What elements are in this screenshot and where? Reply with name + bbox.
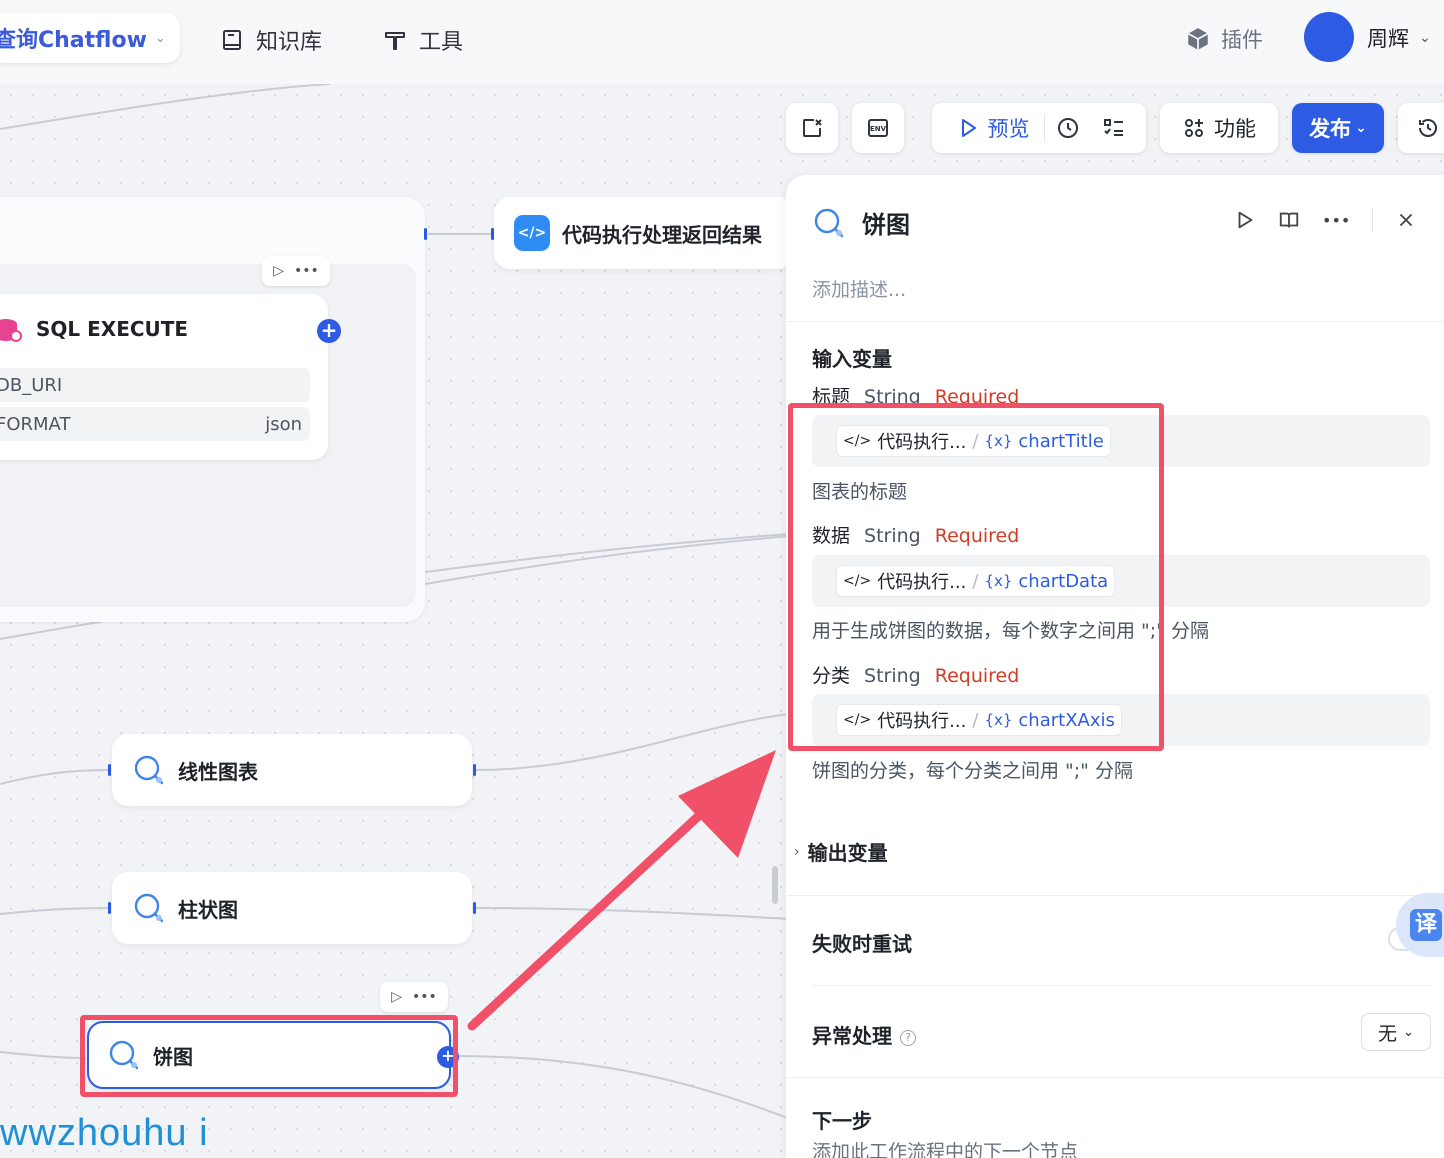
line-chart-node[interactable]: 线性图表 <box>112 734 472 806</box>
history-icon <box>1419 119 1437 137</box>
error-handling-label: 异常处理? <box>812 1020 916 1049</box>
play-icon <box>961 119 976 137</box>
input-port[interactable] <box>108 902 111 914</box>
select-value: 无 <box>1378 1022 1398 1045</box>
chart-search-icon <box>814 208 844 237</box>
divider <box>812 985 1432 986</box>
version-history-button[interactable] <box>1398 103 1444 153</box>
sql-node-actions[interactable]: ▷ ••• <box>262 256 330 286</box>
annotation-arrow <box>467 750 776 1031</box>
sql-param-row[interactable]: FORMAT json <box>0 407 310 441</box>
cube-icon <box>1187 28 1209 50</box>
plugins-link[interactable]: 插件 <box>1185 24 1263 54</box>
watermark-text: wwzhouhu i <box>0 1112 209 1154</box>
run-history-button[interactable] <box>1045 116 1091 140</box>
chart-search-icon <box>134 893 164 923</box>
panel-title[interactable]: 饼图 <box>862 205 910 240</box>
app-switcher[interactable]: 查询Chatflow ⌄ <box>0 13 180 63</box>
top-bar: 查询Chatflow ⌄ 知识库 工具 插件 周辉 ⌄ <box>0 0 1444 84</box>
nav-label: 知识库 <box>256 30 323 55</box>
run-toolbar-group: 预览 <box>932 103 1146 153</box>
param-value: json <box>265 413 302 435</box>
description-field[interactable]: 添加描述... <box>812 275 906 302</box>
nav-tools[interactable]: 工具 <box>383 24 463 56</box>
run-icon[interactable]: ▷ <box>273 263 284 279</box>
close-icon[interactable] <box>1395 209 1417 231</box>
publish-label: 发布 <box>1309 117 1352 141</box>
param-name: FORMAT <box>0 413 71 435</box>
book-open-icon[interactable] <box>1278 209 1300 231</box>
chevron-right-icon: › <box>794 843 800 860</box>
sql-execute-node[interactable]: SQL EXECUTE DB_URI FORMAT json <box>0 294 328 460</box>
chevron-down-icon: ⌄ <box>154 30 166 46</box>
chevron-down-icon: ⌄ <box>1403 1024 1414 1040</box>
help-icon[interactable]: ? <box>900 1029 916 1046</box>
more-icon[interactable]: ••• <box>412 989 437 1005</box>
sql-param-row[interactable]: DB_URI <box>0 368 310 402</box>
sql-node-title: SQL EXECUTE <box>36 317 189 341</box>
next-step-title: 下一步 <box>812 1109 872 1133</box>
next-step-desc: 添加此工作流程中的下一个节点 <box>812 1141 1079 1158</box>
chevron-down-icon: ⌄ <box>1419 30 1431 46</box>
avatar[interactable] <box>1304 12 1354 62</box>
error-handling-select[interactable]: 无 ⌄ <box>1361 1013 1431 1051</box>
history-play-icon <box>1057 118 1078 138</box>
translate-icon: 译 <box>1410 909 1442 941</box>
checklist-button[interactable] <box>1091 116 1137 140</box>
app-title: 查询Chatflow <box>0 28 147 53</box>
features-button[interactable]: 功能 <box>1160 103 1278 153</box>
run-icon[interactable]: ▷ <box>391 989 402 1005</box>
highlight-box <box>788 403 1164 751</box>
add-node-icon[interactable]: + <box>317 319 341 343</box>
divider <box>786 895 1444 896</box>
retry-title: 失败时重试 <box>812 932 912 956</box>
preview-button[interactable]: 预览 <box>942 114 1045 142</box>
variable-button[interactable] <box>786 103 838 153</box>
code-execute-node[interactable]: </> 代码执行处理返回结果 <box>494 197 794 269</box>
input-port[interactable] <box>108 764 111 776</box>
variable-icon <box>803 119 822 137</box>
user-name: 周辉 <box>1367 27 1409 51</box>
param-name: DB_URI <box>0 374 63 396</box>
nav-knowledge[interactable]: 知识库 <box>220 24 322 56</box>
publish-button[interactable]: 发布 ⌄ <box>1292 103 1384 153</box>
preview-label: 预览 <box>987 117 1030 141</box>
bar-chart-node[interactable]: 柱状图 <box>112 872 472 944</box>
book-icon <box>223 30 241 50</box>
output-port[interactable] <box>424 228 427 240</box>
more-icon[interactable]: ••• <box>294 263 319 279</box>
highlight-box <box>80 1015 458 1097</box>
code-icon: </> <box>514 215 550 251</box>
chart-search-icon <box>134 755 164 785</box>
error-handling-title: 异常处理 <box>812 1024 892 1048</box>
tool-icon <box>385 32 405 50</box>
input-variables-title: 输入变量 <box>812 347 892 371</box>
panel-resize-handle[interactable] <box>772 866 778 904</box>
env-icon: ENV <box>868 119 888 137</box>
user-menu[interactable]: 周辉 ⌄ <box>1367 23 1431 53</box>
line-chart-title: 线性图表 <box>178 759 258 784</box>
panel-header: 饼图 <box>812 205 910 240</box>
output-variables-toggle[interactable]: › 输出变量 <box>794 837 888 866</box>
output-variables-title: 输出变量 <box>807 841 888 865</box>
pie-node-actions[interactable]: ▷ ••• <box>380 982 448 1012</box>
code-node-title: 代码执行处理返回结果 <box>562 222 762 247</box>
nav-label: 工具 <box>419 30 464 55</box>
apps-icon <box>1185 119 1203 137</box>
panel-actions: ••• <box>1234 209 1417 231</box>
chevron-down-icon: ⌄ <box>1355 120 1367 136</box>
divider <box>786 321 1444 322</box>
svg-text:ENV: ENV <box>870 125 887 133</box>
checklist-icon <box>1103 119 1123 136</box>
features-label: 功能 <box>1214 117 1256 141</box>
database-icon <box>0 319 22 342</box>
bar-chart-title: 柱状图 <box>178 897 238 922</box>
divider <box>1372 209 1374 231</box>
more-icon[interactable]: ••• <box>1322 211 1350 230</box>
plugins-label: 插件 <box>1221 28 1263 52</box>
run-icon[interactable] <box>1234 209 1256 231</box>
divider <box>786 1077 1444 1078</box>
env-button[interactable]: ENV <box>852 103 904 153</box>
var-description: 饼图的分类，每个分类之间用 ";" 分隔 <box>812 760 1133 782</box>
